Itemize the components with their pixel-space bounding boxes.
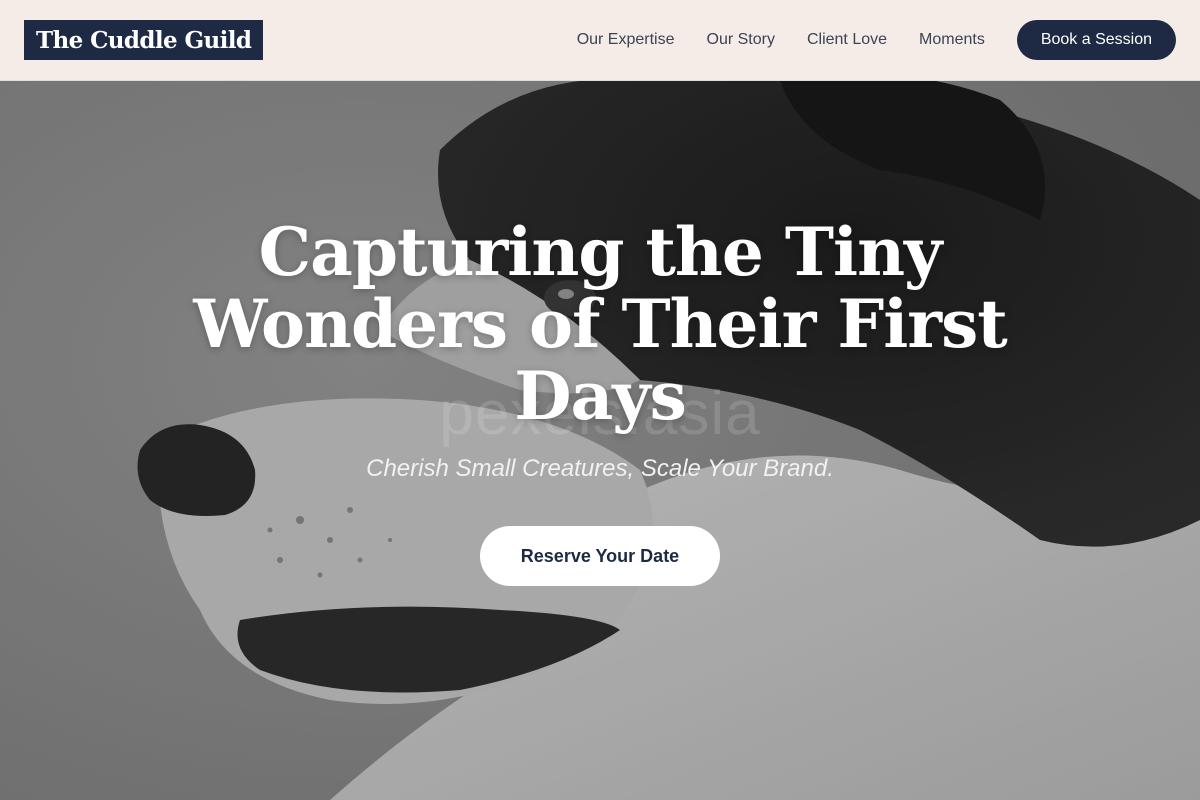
site-header: The Cuddle Guild Our Expertise Our Story… bbox=[0, 0, 1200, 81]
nav-link-client-love[interactable]: Client Love bbox=[807, 31, 887, 49]
nav-link-moments[interactable]: Moments bbox=[919, 31, 985, 49]
hero-title: Capturing the Tiny Wonders of Their Firs… bbox=[193, 213, 1007, 435]
book-session-button[interactable]: Book a Session bbox=[1016, 20, 1176, 60]
nav-link-our-expertise[interactable]: Our Expertise bbox=[577, 31, 675, 49]
reserve-date-button[interactable]: Reserve Your Date bbox=[480, 526, 720, 586]
brand-logo[interactable]: The Cuddle Guild bbox=[24, 20, 264, 60]
main-nav: Our Expertise Our Story Client Love Mome… bbox=[545, 20, 1176, 60]
hero-subtitle: Cherish Small Creatures, Scale Your Bran… bbox=[366, 455, 834, 482]
nav-link-our-story[interactable]: Our Story bbox=[707, 31, 775, 49]
